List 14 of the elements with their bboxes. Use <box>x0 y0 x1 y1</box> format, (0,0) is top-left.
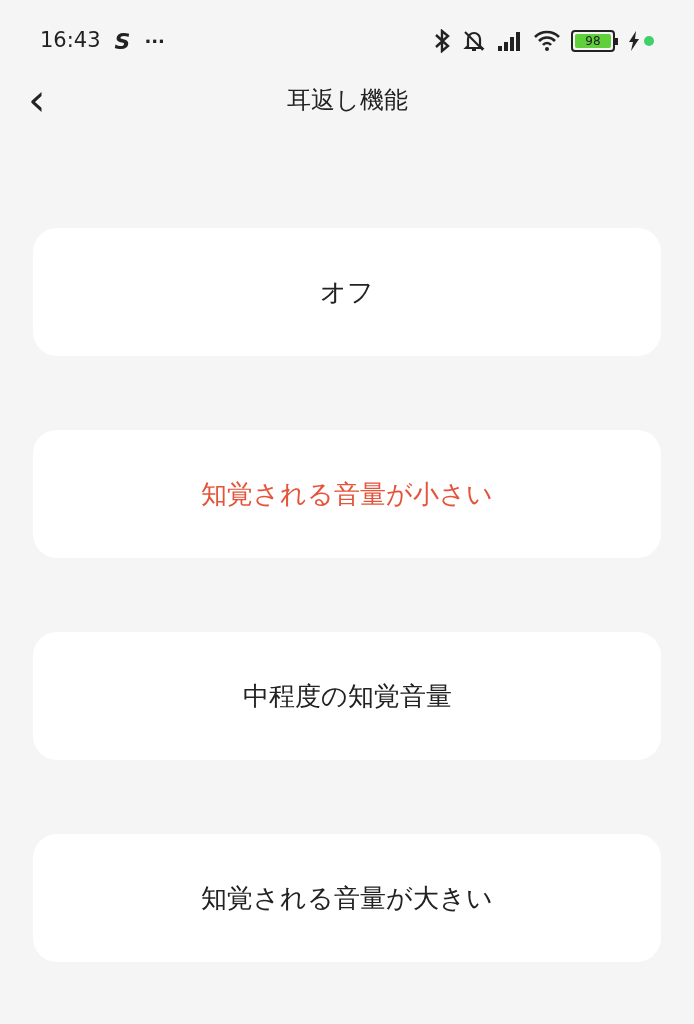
option-button[interactable]: 知覚される音量が大きい <box>33 834 661 962</box>
option-button[interactable]: 知覚される音量が小さい <box>33 430 661 558</box>
app-notification-icon: S <box>114 24 131 58</box>
more-notifications: ··· <box>144 29 165 54</box>
muted-bell-icon <box>461 29 487 53</box>
clock: 16:43 <box>40 27 101 55</box>
wifi-icon <box>533 30 561 52</box>
signal-icon <box>497 30 523 52</box>
option-button[interactable]: 中程度の知覚音量 <box>33 632 661 760</box>
option-button[interactable]: オフ <box>33 228 661 356</box>
battery-icon: 98 <box>571 30 618 52</box>
page-title: 耳返し機能 <box>286 85 408 116</box>
back-button[interactable]: ‹ <box>28 78 46 122</box>
bluetooth-icon <box>433 29 451 53</box>
